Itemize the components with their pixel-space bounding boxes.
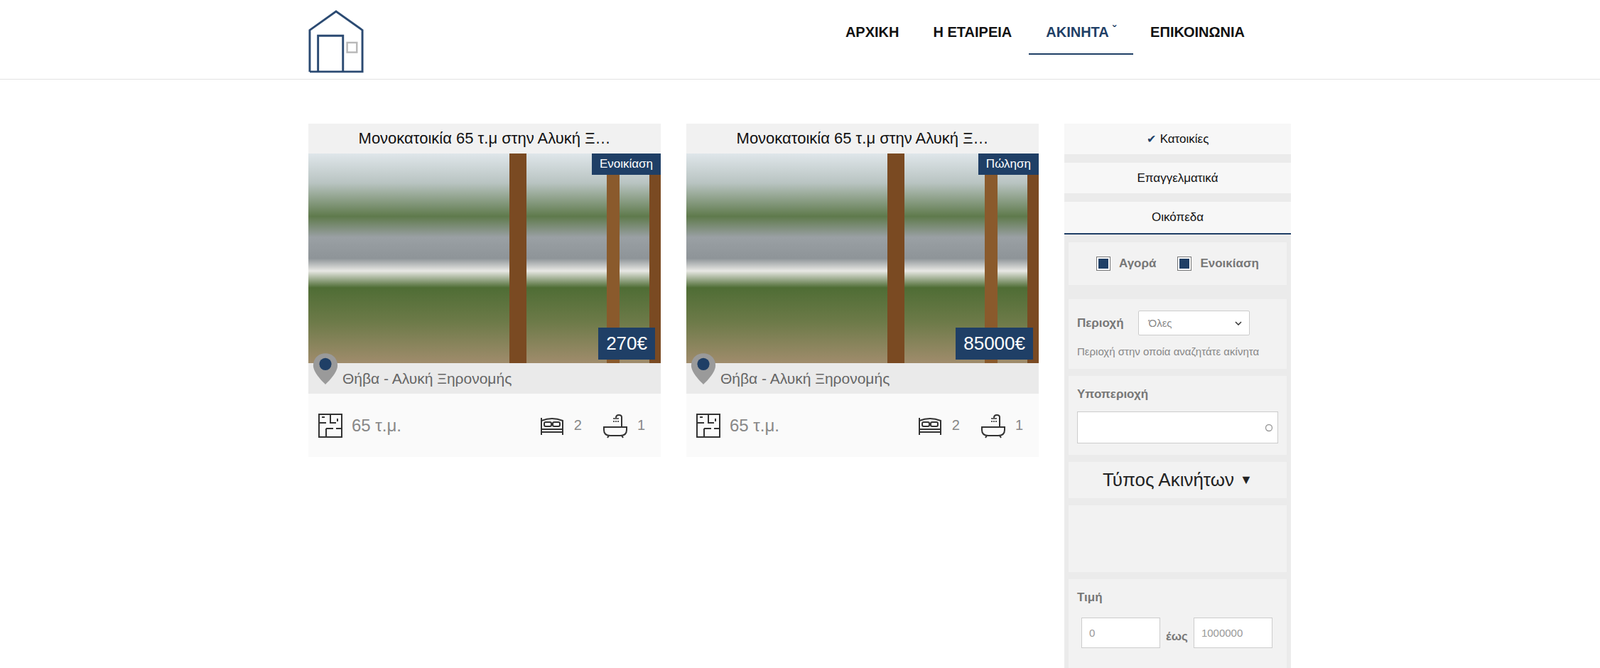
subregion-filter: Υποπεριοχή [1068, 375, 1287, 455]
price-badge: 270€ [598, 327, 656, 360]
status-badge: Ενοικίαση [591, 153, 661, 175]
chevron-down-icon [1234, 321, 1242, 326]
price-badge: 85000€ [955, 327, 1034, 360]
region-filter: Περιοχή Όλες Περιοχή στην οποία αναζητάτε … [1068, 299, 1287, 369]
location-text: Θήβα - Αλυκή Ξηρονομής [686, 370, 890, 388]
listing-title[interactable]: Μονοκατοικία 65 τ.μ στην Αλυκή Ξ… [308, 123, 661, 154]
check-icon: ✔ [1146, 132, 1156, 146]
floorplan-icon [317, 412, 344, 439]
bedrooms-count: 2 [574, 417, 582, 434]
subregion-label: Υποπεριοχή [1077, 387, 1279, 402]
listing-card[interactable]: Μονοκατοικία 65 τ.μ στην Αλυκή Ξ…Ενοικία… [308, 123, 661, 457]
bed-icon [538, 414, 566, 437]
bath-icon [601, 412, 629, 439]
bed-icon [916, 414, 944, 437]
listing-photo[interactable]: Ενοικίαση 270€ [308, 153, 661, 364]
floorplan-icon [695, 412, 722, 439]
triangle-down-icon: ▼ [1239, 472, 1253, 488]
category-tab[interactable]: Επαγγελματικά [1064, 162, 1291, 194]
nav-item[interactable]: Η ΕΤΑΙΡΕΙΑ [915, 0, 1029, 55]
location-text: Θήβα - Αλυκή Ξηρονομής [308, 370, 512, 388]
region-select[interactable]: Όλες [1138, 310, 1250, 336]
main: Μονοκατοικία 65 τ.μ στην Αλυκή Ξ…Ενοικία… [308, 123, 1292, 668]
area-text: 65 τ.μ. [351, 415, 402, 436]
location-pin-icon [311, 351, 339, 386]
listing-photo[interactable]: Πώληση 85000€ [686, 153, 1039, 364]
nav-item[interactable]: ΑΚΙΝΗΤΑˇ [1028, 0, 1134, 55]
bath-icon [979, 412, 1007, 439]
checkbox-icon [1177, 256, 1192, 271]
location-bar: Θήβα - Αλυκή Ξηρονομής [686, 363, 1039, 394]
region-hint: Περιοχή στην οποία αναζητάτε ακίνητα [1077, 345, 1279, 358]
transaction-filter: Αγορά Ενοικίαση [1068, 242, 1287, 285]
checkbox-icon [1096, 256, 1111, 271]
details-row: 65 τ.μ. 2 1 [308, 393, 661, 457]
price-label: Τιμή [1077, 590, 1279, 605]
main-nav: ΑΡΧΙΚΗΗ ΕΤΑΙΡΕΙΑΑΚΙΝΗΤΑˇΕΠΙΚΟΙΝΩΝΙΑ [828, 0, 1262, 55]
listing-title[interactable]: Μονοκατοικία 65 τ.μ στην Αλυκή Ξ… [686, 123, 1039, 154]
price-separator: έως [1165, 629, 1188, 644]
house-logo-icon[interactable] [308, 9, 364, 74]
region-label: Περιοχή [1077, 316, 1124, 331]
category-tab[interactable]: Οικόπεδα [1064, 201, 1291, 235]
nav-item[interactable]: ΕΠΙΚΟΙΝΩΝΙΑ [1133, 0, 1262, 55]
nav-item[interactable]: ΑΡΧΙΚΗ [828, 0, 917, 55]
category-tab[interactable]: ✔Κατοικίες [1064, 123, 1291, 155]
bathrooms-count: 1 [637, 417, 646, 434]
details-row: 65 τ.μ. 2 1 [686, 393, 1039, 457]
transaction-checkbox[interactable]: Ενοικίαση [1177, 256, 1259, 271]
spinner-icon [1264, 423, 1274, 432]
status-badge: Πώληση [978, 153, 1039, 175]
bedrooms-count: 2 [952, 417, 960, 434]
location-bar: Θήβα - Αλυκή Ξηρονομής [308, 363, 661, 394]
price-max-input[interactable] [1193, 617, 1273, 648]
area-text: 65 τ.μ. [729, 415, 780, 436]
property-types-toggle[interactable]: Τύπος Ακινήτων▼ [1068, 461, 1287, 499]
listing-card[interactable]: Μονοκατοικία 65 τ.μ στην Αλυκή Ξ…Πώληση 8… [686, 123, 1039, 457]
caret-icon: ˇ [1112, 24, 1117, 37]
subregion-input[interactable] [1077, 411, 1279, 444]
bathrooms-count: 1 [1015, 417, 1024, 434]
transaction-checkbox[interactable]: Αγορά [1096, 256, 1156, 271]
page: ΑΡΧΙΚΗΗ ΕΤΑΙΡΕΙΑΑΚΙΝΗΤΑˇΕΠΙΚΟΙΝΩΝΙΑ Μονοκ… [0, 0, 1600, 668]
search-sidebar: ✔Κατοικίες Επαγγελματικά Οικόπεδα Αγορά Ενοι… [1064, 123, 1291, 668]
price-filter: Τιμή έως [1068, 579, 1287, 668]
property-types-panel [1068, 505, 1287, 572]
location-pin-icon [689, 351, 717, 386]
price-min-input[interactable] [1081, 617, 1161, 648]
header: ΑΡΧΙΚΗΗ ΕΤΑΙΡΕΙΑΑΚΙΝΗΤΑˇΕΠΙΚΟΙΝΩΝΙΑ [0, 0, 1600, 80]
